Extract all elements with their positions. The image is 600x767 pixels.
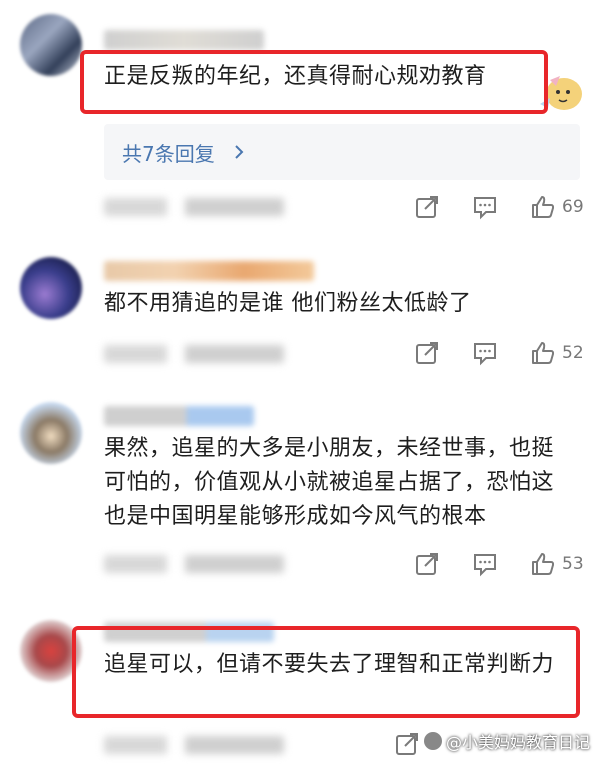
avatar[interactable] xyxy=(20,14,82,76)
timestamp-blurred xyxy=(104,198,284,216)
comment-text: 正是反叛的年纪，还真得耐心规劝教育 xyxy=(104,64,487,89)
comment-button[interactable] xyxy=(472,340,498,366)
share-button[interactable] xyxy=(394,731,420,757)
comment-icon xyxy=(474,554,496,577)
like-button[interactable]: 52 xyxy=(530,340,584,366)
share-icon xyxy=(396,733,418,755)
username-blurred[interactable] xyxy=(104,406,254,426)
comment-actions: 69 xyxy=(382,193,584,221)
comment-icon xyxy=(474,197,496,220)
comment-2: 都不用猜追的是谁 他们粉丝太低龄了 52 xyxy=(0,235,600,390)
like-button[interactable]: 69 xyxy=(530,194,584,220)
replies-label: 共7条回复 xyxy=(122,141,215,166)
comment-text: 都不用猜追的是谁 他们粉丝太低龄了 xyxy=(104,291,472,316)
comment-text: 果然，追星的大多是小朋友，未经世事，也挺可怕的，价值观从小就被追星占据了，恐怕这… xyxy=(104,436,555,529)
share-icon xyxy=(416,553,438,575)
timestamp-blurred xyxy=(104,555,284,573)
comment-actions: 52 xyxy=(382,339,584,367)
like-count: 53 xyxy=(562,554,584,574)
comment-button[interactable] xyxy=(472,194,498,220)
avatar[interactable] xyxy=(20,257,82,319)
share-button[interactable] xyxy=(414,194,440,220)
avatar[interactable] xyxy=(20,620,82,682)
comment-1: 正是反叛的年纪，还真得耐心规劝教育 共7条回复 69 xyxy=(0,0,600,235)
replies-link[interactable]: 共7条回复 xyxy=(104,124,580,180)
like-icon xyxy=(532,342,555,364)
comment-button[interactable] xyxy=(472,551,498,577)
watermark-text: @小美妈妈教育日记 xyxy=(445,733,590,752)
like-icon xyxy=(532,196,555,218)
username-blurred[interactable] xyxy=(104,30,264,50)
comment-text: 追星可以，但请不要失去了理智和正常判断力 xyxy=(104,652,555,677)
username-blurred[interactable] xyxy=(104,261,314,281)
like-icon xyxy=(532,553,555,575)
timestamp-blurred xyxy=(104,345,284,363)
share-icon xyxy=(416,342,438,364)
watermark-logo-icon xyxy=(423,732,442,750)
comment-actions xyxy=(362,730,420,758)
timestamp-blurred xyxy=(104,736,284,754)
avatar[interactable] xyxy=(20,402,82,464)
like-count: 52 xyxy=(562,343,584,363)
comment-3: 果然，追星的大多是小朋友，未经世事，也挺可怕的，价值观从小就被追星占据了，恐怕这… xyxy=(0,390,600,610)
share-button[interactable] xyxy=(414,551,440,577)
comment-icon xyxy=(474,343,496,366)
watermark: @小美妈妈教育日记 xyxy=(423,729,590,753)
like-count: 69 xyxy=(562,197,584,217)
chevron-right-icon xyxy=(235,145,244,159)
username-blurred[interactable] xyxy=(104,622,274,642)
share-icon xyxy=(416,196,438,218)
emoji-sticker-icon xyxy=(534,70,586,114)
share-button[interactable] xyxy=(414,340,440,366)
like-button[interactable]: 53 xyxy=(530,551,584,577)
comment-actions: 53 xyxy=(382,550,584,578)
